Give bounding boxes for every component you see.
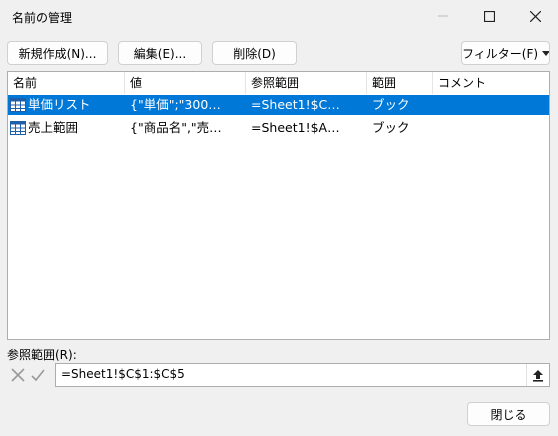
row-value: {"単価";"300… — [130, 97, 221, 112]
refers-to-input[interactable]: =Sheet1!$C$1:$C$5 — [55, 363, 550, 387]
delete-button[interactable]: 削除(D) — [212, 41, 297, 65]
delete-button-label: 削除(D) — [233, 46, 276, 61]
row-refers-to: =Sheet1!$C… — [251, 97, 340, 112]
list-item[interactable]: 売上範囲 {"商品名","売… =Sheet1!$A… ブック — [8, 118, 549, 138]
row-name: 売上範囲 — [28, 120, 79, 135]
maximize-icon — [483, 10, 495, 22]
collapse-upload-icon — [533, 369, 543, 382]
refers-to-value: =Sheet1!$C$1:$C$5 — [61, 367, 185, 381]
row-scope: ブック — [372, 120, 410, 135]
filter-button-label: フィルター(F) — [462, 46, 539, 61]
chevron-down-icon — [542, 50, 549, 56]
column-header-scope[interactable]: 範囲 — [367, 72, 433, 94]
column-header-refers-to[interactable]: 参照範囲 — [246, 72, 367, 94]
column-header-comment[interactable]: コメント — [433, 72, 549, 94]
cancel-edit-button[interactable] — [8, 365, 27, 385]
row-comment — [433, 95, 549, 115]
list-header: 名前 値 参照範囲 範囲 コメント — [8, 72, 549, 94]
row-comment — [433, 118, 549, 138]
table-icon — [10, 121, 26, 135]
row-name-cell: 単価リスト — [8, 95, 125, 115]
maximize-button[interactable] — [466, 0, 512, 32]
row-scope: ブック — [372, 97, 410, 112]
list-item[interactable]: 単価リスト {"単価";"300… =Sheet1!$C… ブック — [8, 95, 549, 115]
column-header-name[interactable]: 名前 — [8, 72, 125, 94]
column-header-value[interactable]: 値 — [125, 72, 246, 94]
title-bar: 名前の管理 — [0, 0, 558, 32]
row-value: {"商品名","売… — [130, 120, 222, 135]
table-icon — [10, 98, 26, 112]
window-title: 名前の管理 — [12, 11, 73, 25]
close-window-button[interactable] — [512, 0, 558, 32]
minimize-icon — [438, 15, 448, 17]
close-icon — [529, 10, 541, 22]
new-button-label: 新規作成(N)... — [18, 46, 97, 61]
check-icon — [30, 369, 45, 382]
new-button[interactable]: 新規作成(N)... — [7, 41, 108, 65]
refers-to-label: 参照範囲(R): — [7, 348, 77, 362]
edit-button-label: 編集(E)... — [133, 46, 187, 61]
close-button-label: 閉じる — [490, 407, 527, 422]
cancel-x-icon — [10, 368, 25, 382]
names-list[interactable]: 名前 値 参照範囲 範囲 コメント 単価リスト {"単価";"300… =She… — [7, 71, 550, 340]
row-name-cell: 売上範囲 — [8, 118, 125, 138]
edit-button[interactable]: 編集(E)... — [118, 41, 202, 65]
collapse-dialog-button[interactable] — [526, 364, 549, 386]
minimize-button[interactable] — [420, 0, 466, 32]
confirm-edit-button[interactable] — [28, 365, 47, 385]
row-name: 単価リスト — [28, 97, 91, 112]
row-refers-to: =Sheet1!$A… — [251, 120, 340, 135]
filter-button[interactable]: フィルター(F) — [461, 41, 550, 65]
close-button[interactable]: 閉じる — [467, 402, 550, 426]
